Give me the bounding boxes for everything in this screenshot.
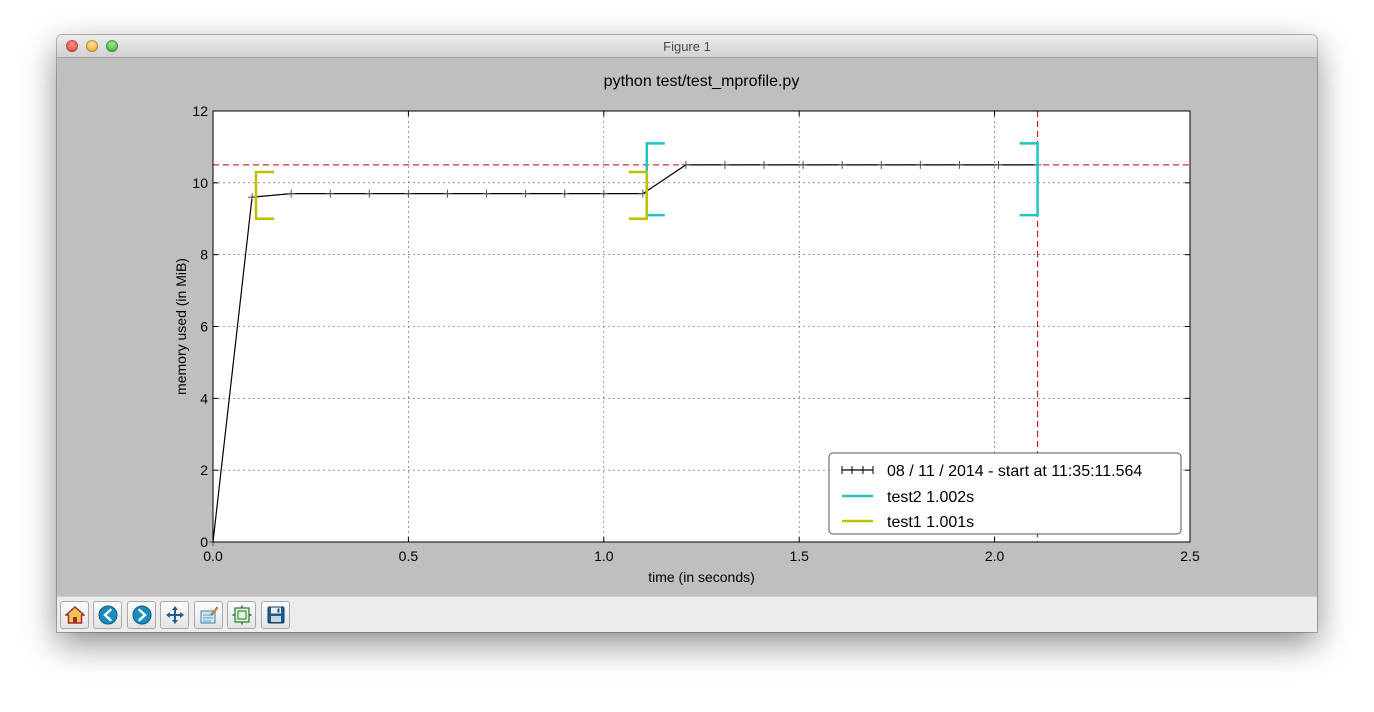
zoom-button[interactable] [194, 601, 223, 629]
back-button[interactable] [93, 601, 122, 629]
y-tick-label: 10 [192, 175, 208, 191]
x-tick-label: 0.5 [399, 548, 419, 564]
save-button[interactable] [261, 601, 290, 629]
forward-button[interactable] [127, 601, 156, 629]
chart-title: python test/test_mprofile.py [604, 73, 800, 90]
move-icon [166, 606, 184, 624]
forward-arrow-icon [132, 605, 152, 625]
navigation-toolbar [57, 596, 1317, 632]
window-title: Figure 1 [663, 39, 711, 54]
y-tick-label: 12 [192, 103, 208, 119]
figure-canvas[interactable]: 0.0 0.5 1.0 1.5 2.0 2.5 0 2 4 6 8 10 12 python test/… [57, 58, 1317, 596]
back-arrow-icon [98, 605, 118, 625]
subplots-button[interactable] [227, 601, 256, 629]
legend-label-test2: test2 1.002s [887, 489, 974, 506]
home-button[interactable] [60, 601, 89, 629]
x-axis-label: time (in seconds) [648, 569, 755, 585]
x-tick-label: 2.5 [1180, 548, 1200, 564]
x-tick-label: 2.0 [985, 548, 1005, 564]
title-bar[interactable]: Figure 1 [57, 35, 1317, 58]
memory-chart[interactable]: 0.0 0.5 1.0 1.5 2.0 2.5 0 2 4 6 8 10 12 python test/… [57, 58, 1317, 596]
x-tick-label: 1.5 [789, 548, 809, 564]
floppy-disk-icon [267, 606, 285, 624]
y-tick-label: 8 [200, 247, 208, 263]
y-tick-label: 4 [200, 390, 208, 406]
zoom-rect-icon [200, 606, 219, 624]
legend[interactable]: 08 / 11 / 2014 - start at 11:35:11.564 t… [828, 452, 1182, 535]
y-tick-label: 2 [200, 462, 208, 478]
x-tick-label: 1.0 [594, 548, 614, 564]
y-tick-label: 6 [200, 319, 208, 335]
legend-label-test1: test1 1.001s [887, 514, 974, 531]
home-icon [65, 605, 85, 624]
figure-window: Figure 1 0.0 0.5 1.0 1.5 2.0 2.5 0 2 4 6 8 10 12 pyt… [57, 35, 1317, 632]
legend-label-memory: 08 / 11 / 2014 - start at 11:35:11.564 [887, 463, 1142, 480]
y-axis-label: memory used (in MiB) [173, 258, 189, 395]
y-tick-label: 0 [200, 534, 208, 550]
subplots-icon [232, 605, 252, 625]
pan-button[interactable] [160, 601, 189, 629]
x-tick-label: 0.0 [203, 548, 223, 564]
